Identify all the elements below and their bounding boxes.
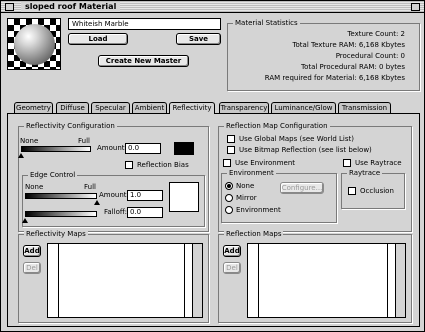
reflection-maps-group: Reflection Maps Add Del: [218, 230, 412, 323]
edge-color-swatch[interactable]: [169, 182, 199, 212]
tab-transmission[interactable]: Transmission: [338, 102, 391, 113]
edge-none-label: None: [25, 183, 44, 191]
env-mirror-radio[interactable]: [225, 194, 233, 202]
use-raytrace-checkbox[interactable]: [343, 159, 351, 167]
ram-required: RAM required for Material: 6,168 Kbytes: [264, 74, 405, 82]
reflectivity-maps-add-button[interactable]: Add: [23, 245, 41, 257]
reflection-bias-checkbox[interactable]: [125, 161, 133, 169]
reflection-map-configuration-group: Reflection Map Configuration Use Global …: [218, 122, 412, 232]
tab-diffuse[interactable]: Diffuse: [56, 102, 89, 113]
use-raytrace-label: Use Raytrace: [355, 159, 402, 167]
reflectivity-none-label: None: [20, 137, 39, 145]
raytrace-group: Raytrace Occlusion: [341, 169, 405, 209]
edge-amount-label: Amount:: [99, 191, 129, 199]
reflectivity-amount-slider[interactable]: [21, 146, 91, 152]
use-environment-label: Use Environment: [235, 159, 295, 167]
reflectivity-amount-field[interactable]: 0.0: [125, 143, 161, 154]
material-window: sloped roof Material Whiteish Marble Loa…: [0, 0, 425, 332]
material-name-field[interactable]: Whiteish Marble: [68, 18, 221, 30]
close-box-icon[interactable]: [5, 3, 14, 11]
environment-group: Environment None Mirror Environment Conf…: [221, 169, 337, 223]
use-bitmap-reflection-checkbox[interactable]: [227, 146, 235, 154]
occlusion-label: Occlusion: [360, 187, 394, 195]
env-environment-label: Environment: [236, 206, 281, 214]
reflection-maps-scrollbar[interactable]: [395, 244, 405, 317]
edge-falloff-label: Falloff:: [104, 208, 128, 216]
use-global-maps-checkbox[interactable]: [227, 135, 235, 143]
env-environment-radio[interactable]: [225, 206, 233, 214]
title-bar[interactable]: sloped roof Material: [1, 1, 424, 13]
raytrace-title: Raytrace: [347, 169, 383, 178]
total-texture-ram: Total Texture RAM: 6,168 Kbytes: [292, 41, 405, 49]
edge-falloff-slider[interactable]: [25, 211, 97, 217]
reflectivity-amount-label: Amount:: [97, 144, 127, 152]
reflectivity-maps-title: Reflectivity Maps: [24, 230, 88, 239]
reflection-bias-label: Reflection Bias: [137, 161, 189, 169]
reflectivity-panel: Reflectivity Configuration None Full Amo…: [7, 113, 420, 327]
material-statistics-group: Material Statistics Texture Count: 2 Tot…: [227, 19, 420, 91]
edge-slider-thumb[interactable]: [94, 200, 100, 205]
reflectivity-maps-del-button[interactable]: Del: [23, 262, 41, 274]
zoom-box-icon[interactable]: [411, 3, 420, 11]
save-button[interactable]: Save: [176, 33, 221, 45]
edge-amount-slider[interactable]: [25, 193, 97, 199]
tab-luminance-glow[interactable]: Luminance/Glow: [271, 102, 336, 113]
reflectivity-maps-scrollbar[interactable]: [192, 244, 202, 317]
tab-ambient[interactable]: Ambient: [132, 102, 167, 113]
tab-specular[interactable]: Specular: [91, 102, 130, 113]
reflectivity-color-swatch[interactable]: [174, 142, 194, 155]
tab-geometry[interactable]: Geometry: [14, 102, 53, 113]
procedural-count: Procedural Count: 0: [335, 52, 405, 60]
reflection-maps-list[interactable]: [247, 243, 406, 318]
preview-sphere: [14, 24, 55, 65]
reflectivity-maps-group: Reflectivity Maps Add Del: [18, 230, 209, 323]
reflectivity-slider-thumb[interactable]: [18, 153, 24, 158]
edge-falloff-field[interactable]: 0.0: [127, 207, 163, 218]
create-new-master-button[interactable]: Create New Master: [98, 55, 189, 67]
env-none-radio[interactable]: [225, 182, 233, 190]
occlusion-checkbox[interactable]: [348, 187, 356, 195]
env-mirror-label: Mirror: [236, 194, 257, 202]
use-environment-checkbox[interactable]: [223, 159, 231, 167]
reflectivity-configuration-group: Reflectivity Configuration None Full Amo…: [18, 122, 209, 232]
texture-count: Texture Count: 2: [347, 30, 405, 38]
edge-falloff-thumb[interactable]: [22, 218, 28, 223]
reflectivity-configuration-title: Reflectivity Configuration: [24, 122, 117, 131]
env-none-label: None: [236, 182, 255, 190]
reflectivity-maps-list[interactable]: [47, 243, 203, 318]
reflection-maps-add-button[interactable]: Add: [223, 245, 241, 257]
reflectivity-full-label: Full: [78, 137, 90, 145]
reflection-maps-title: Reflection Maps: [224, 230, 284, 239]
tab-reflectivity[interactable]: Reflectivity: [169, 102, 215, 114]
reflection-map-configuration-title: Reflection Map Configuration: [224, 122, 330, 131]
material-statistics-title: Material Statistics: [233, 19, 300, 28]
configure-button[interactable]: Configure...: [280, 182, 324, 194]
environment-title: Environment: [227, 169, 276, 178]
window-title: sloped roof Material: [21, 2, 121, 12]
load-button[interactable]: Load: [68, 33, 128, 45]
tab-transparency[interactable]: Transparency: [219, 102, 269, 113]
use-global-maps-label: Use Global Maps (see World List): [239, 135, 354, 143]
edge-control-group: Edge Control None Full Amount: 1.0 Fallo…: [22, 171, 205, 227]
reflection-maps-del-button[interactable]: Del: [223, 262, 241, 274]
total-procedural-ram: Total Procedural RAM: 0 bytes: [300, 63, 405, 71]
edge-amount-field[interactable]: 1.0: [127, 190, 163, 201]
use-bitmap-reflection-label: Use Bitmap Reflection (see list below): [239, 146, 372, 154]
material-preview: [7, 18, 61, 70]
edge-control-title: Edge Control: [28, 171, 78, 180]
edge-full-label: Full: [84, 183, 96, 191]
